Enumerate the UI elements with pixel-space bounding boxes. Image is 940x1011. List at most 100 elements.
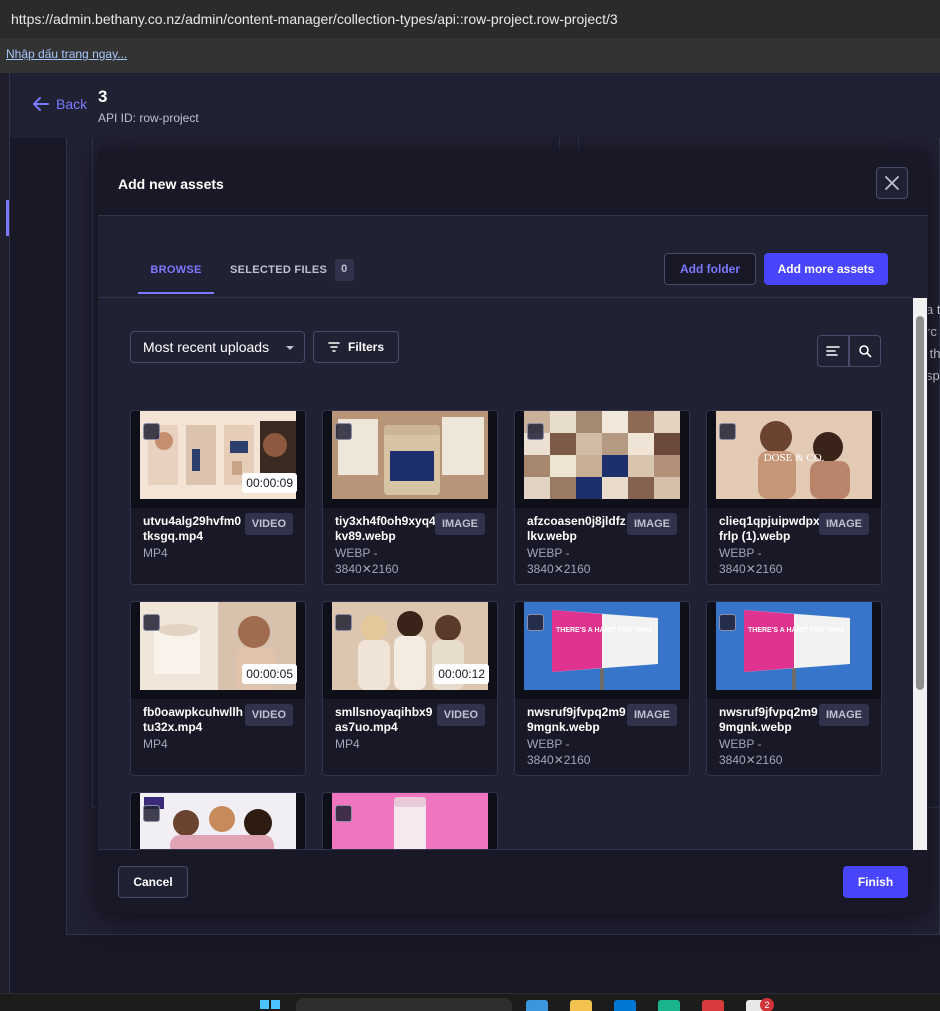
tab-browse[interactable]: BROWSE bbox=[138, 254, 214, 294]
tab-selected-files[interactable]: SELECTED FILES 0 bbox=[230, 254, 354, 294]
asset-thumbnail: THERE'S A HABIT FOR THAT bbox=[515, 602, 689, 699]
sort-select[interactable]: Most recent uploads bbox=[130, 331, 305, 363]
jar-product-image bbox=[332, 411, 488, 499]
app-icon[interactable] bbox=[526, 1000, 548, 1011]
close-button[interactable] bbox=[876, 167, 908, 199]
billboard-image: THERE'S A HABIT FOR THAT bbox=[524, 602, 680, 690]
asset-meta: WEBP - 3840✕2160 bbox=[719, 737, 783, 767]
list-icon bbox=[826, 346, 840, 356]
asset-card[interactable] bbox=[130, 792, 306, 849]
asset-thumbnail bbox=[515, 411, 689, 508]
asset-card[interactable]: THERE'S A HABIT FOR THAT nwsruf9jfvpq2m9… bbox=[514, 601, 690, 776]
add-assets-modal: Add new assets BROWSE SELECTED FILES 0 A… bbox=[98, 150, 928, 913]
windows-start-icon[interactable] bbox=[252, 996, 288, 1011]
asset-thumbnail: DOSE & CO. bbox=[707, 411, 881, 508]
asset-browser[interactable]: Most recent uploads Filters 00:00:09 utv… bbox=[98, 298, 928, 849]
asset-card[interactable]: 00:00:09 utvu4alg29hvfm0tksgq.mp4 MP4 VI… bbox=[130, 410, 306, 585]
asset-meta: MP4 bbox=[335, 737, 360, 751]
asset-meta: MP4 bbox=[143, 546, 168, 560]
image-preview bbox=[524, 411, 680, 499]
add-more-assets-button[interactable]: Add more assets bbox=[764, 253, 888, 285]
add-folder-button[interactable]: Add folder bbox=[664, 253, 756, 285]
asset-checkbox[interactable] bbox=[527, 614, 544, 631]
selected-count-badge: 0 bbox=[335, 259, 354, 281]
app-icon[interactable] bbox=[702, 1000, 724, 1011]
cancel-button[interactable]: Cancel bbox=[118, 866, 188, 898]
asset-meta: WEBP - 3840✕2160 bbox=[719, 546, 783, 576]
asset-name: nwsruf9jfvpq2m99mgnk.webp bbox=[527, 705, 626, 734]
finish-button[interactable]: Finish bbox=[843, 866, 908, 898]
image-preview bbox=[332, 793, 488, 849]
filters-label: Filters bbox=[347, 340, 384, 354]
asset-checkbox[interactable] bbox=[335, 614, 352, 631]
asset-thumbnail bbox=[323, 793, 497, 849]
bookmark-import-link[interactable]: Nhập dấu trang ngay... bbox=[6, 47, 127, 61]
notification-badge: 2 bbox=[760, 998, 774, 1011]
asset-thumbnail bbox=[131, 793, 305, 849]
asset-checkbox[interactable] bbox=[719, 614, 736, 631]
moodboard-image bbox=[524, 411, 680, 499]
caret-down-icon bbox=[286, 346, 294, 350]
arrow-left-icon bbox=[33, 97, 49, 111]
image-preview: THERE'S A HABIT FOR THAT bbox=[524, 602, 680, 690]
background-field-text: a t rc th sp bbox=[926, 302, 940, 383]
models-group-image bbox=[140, 793, 296, 849]
asset-checkbox[interactable] bbox=[143, 423, 160, 440]
edge-icon[interactable] bbox=[658, 1000, 680, 1011]
folder-icon[interactable] bbox=[570, 1000, 592, 1011]
asset-meta: MP4 bbox=[143, 737, 168, 751]
video-duration: 00:00:12 bbox=[434, 664, 489, 684]
asset-checkbox[interactable] bbox=[527, 423, 544, 440]
asset-meta: WEBP - 3840✕2160 bbox=[527, 737, 591, 767]
asset-type-badge: VIDEO bbox=[244, 513, 293, 535]
modal-header: Add new assets bbox=[98, 150, 928, 216]
asset-name: utvu4alg29hvfm0tksgq.mp4 bbox=[143, 514, 242, 543]
asset-checkbox[interactable] bbox=[335, 423, 352, 440]
sort-select-value: Most recent uploads bbox=[143, 339, 270, 355]
tab-selected-files-label: SELECTED FILES bbox=[230, 264, 328, 276]
models-image: DOSE & CO. bbox=[716, 411, 872, 499]
taskbar-search[interactable] bbox=[296, 998, 512, 1011]
image-preview bbox=[332, 411, 488, 499]
search-button[interactable] bbox=[849, 335, 881, 367]
asset-type-badge: IMAGE bbox=[818, 704, 869, 726]
billboard-text: THERE'S A HABIT FOR THAT bbox=[556, 627, 653, 634]
asset-meta: WEBP - 3840✕2160 bbox=[527, 546, 591, 576]
asset-card[interactable]: THERE'S A HABIT FOR THAT nwsruf9jfvpq2m9… bbox=[706, 601, 882, 776]
asset-card[interactable]: 00:00:12 smllsnoyaqihbx9as7uo.mp4 MP4 VI… bbox=[322, 601, 498, 776]
asset-name: nwsruf9jfvpq2m99mgnk.webp bbox=[719, 705, 818, 734]
asset-checkbox[interactable] bbox=[143, 805, 160, 822]
pink-product-image bbox=[332, 793, 488, 849]
asset-type-badge: IMAGE bbox=[626, 513, 677, 535]
image-preview bbox=[140, 793, 296, 849]
list-view-button[interactable] bbox=[817, 335, 849, 367]
asset-checkbox[interactable] bbox=[335, 805, 352, 822]
asset-checkbox[interactable] bbox=[143, 614, 160, 631]
asset-name: smllsnoyaqihbx9as7uo.mp4 bbox=[335, 705, 433, 734]
image-preview: DOSE & CO. bbox=[716, 411, 872, 499]
asset-card[interactable]: 00:00:05 fb0oawpkcuhwllhtu32x.mp4 MP4 VI… bbox=[130, 601, 306, 776]
asset-name: afzcoasen0j8jldfzlkv.webp bbox=[527, 514, 626, 543]
asset-thumbnail: THERE'S A HABIT FOR THAT bbox=[707, 602, 881, 699]
asset-checkbox[interactable] bbox=[719, 423, 736, 440]
back-link[interactable]: Back bbox=[32, 95, 87, 113]
filters-button[interactable]: Filters bbox=[313, 331, 399, 363]
nav-active-indicator bbox=[6, 200, 9, 236]
entry-header: Back 3 API ID: row-project bbox=[10, 73, 940, 138]
search-icon bbox=[859, 345, 872, 358]
asset-type-badge: VIDEO bbox=[436, 704, 485, 726]
asset-card[interactable]: DOSE & CO. clieq1qpjuipwdpxfrlp (1).webp… bbox=[706, 410, 882, 585]
modal-footer: Cancel Finish bbox=[98, 849, 928, 913]
asset-card[interactable]: tiy3xh4f0oh9xyq4kv89.webp WEBP - 3840✕21… bbox=[322, 410, 498, 585]
billboard-image: THERE'S A HABIT FOR THAT bbox=[716, 602, 872, 690]
app-icon[interactable] bbox=[614, 1000, 636, 1011]
asset-type-badge: IMAGE bbox=[434, 513, 485, 535]
url-text[interactable]: https://admin.bethany.co.nz/admin/conten… bbox=[11, 11, 618, 27]
scrollbar-thumb[interactable] bbox=[916, 316, 924, 690]
asset-card[interactable]: afzcoasen0j8jldfzlkv.webp WEBP - 3840✕21… bbox=[514, 410, 690, 585]
browser-address-bar[interactable]: https://admin.bethany.co.nz/admin/conten… bbox=[0, 0, 940, 38]
asset-meta: WEBP - 3840✕2160 bbox=[335, 546, 399, 576]
image-preview: THERE'S A HABIT FOR THAT bbox=[716, 602, 872, 690]
modal-title: Add new assets bbox=[118, 176, 224, 192]
asset-card[interactable] bbox=[322, 792, 498, 849]
